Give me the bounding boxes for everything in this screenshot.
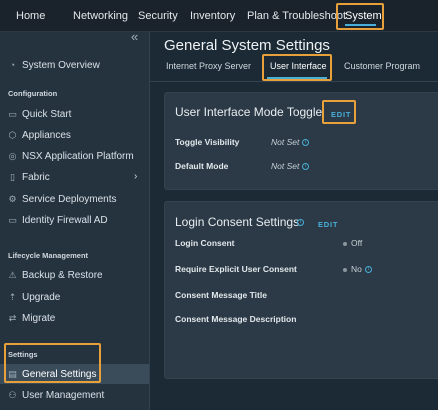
- sidebar-section-configuration: Configuration: [8, 89, 58, 98]
- tab-customer-program[interactable]: Customer Program: [344, 61, 420, 71]
- login-consent-value: Off: [343, 238, 362, 248]
- sidebar-item-fabric[interactable]: ▯ Fabric: [8, 172, 50, 183]
- login-consent-edit-button[interactable]: EDIT: [318, 220, 338, 229]
- info-icon[interactable]: i: [302, 163, 310, 171]
- nav-home[interactable]: Home: [16, 10, 45, 22]
- settings-page-icon: ▤: [8, 368, 17, 379]
- sidebar-item-migrate[interactable]: ⇄ Migrate: [8, 313, 56, 324]
- nav-inventory[interactable]: Inventory: [190, 10, 235, 22]
- default-mode-value: Not Set i: [271, 161, 310, 171]
- sidebar-item-label: Appliances: [22, 130, 71, 141]
- nav-networking[interactable]: Networking: [73, 10, 128, 22]
- tab-internet-proxy-server[interactable]: Internet Proxy Server: [166, 61, 251, 71]
- tabs-divider: [150, 81, 438, 82]
- ui-mode-edit-button[interactable]: EDIT: [331, 110, 351, 119]
- tab-active-indicator: [267, 77, 327, 79]
- info-icon[interactable]: i: [364, 266, 372, 274]
- sidebar-item-system-overview[interactable]: ◔ System Overview: [8, 60, 100, 71]
- sidebar-section-settings: Settings: [8, 350, 38, 359]
- nav-plan-troubleshoot[interactable]: Plan & Troubleshoot: [247, 10, 346, 22]
- sidebar-item-label: Upgrade: [22, 292, 61, 303]
- sidebar-item-label: NSX Application Platform: [22, 151, 134, 162]
- info-icon[interactable]: i: [297, 219, 304, 226]
- migrate-icon: ⇄: [8, 313, 17, 323]
- sidebar-item-label: Quick Start: [22, 109, 72, 120]
- sidebar-item-upgrade[interactable]: ⇡ Upgrade: [8, 292, 61, 303]
- nav-system[interactable]: System: [345, 10, 382, 22]
- tab-user-interface[interactable]: User Interface: [270, 61, 327, 71]
- fabric-icon: ▯: [10, 172, 15, 182]
- login-consent-value-text: Off: [351, 238, 363, 248]
- dashboard-icon: ◔: [9, 60, 16, 70]
- sidebar-item-service-deployments[interactable]: ⚙ Service Deployments: [8, 194, 116, 205]
- sidebar-item-label: Fabric: [22, 172, 50, 183]
- consent-message-description-label: Consent Message Description: [175, 314, 297, 324]
- collapse-sidebar-icon[interactable]: «: [131, 30, 138, 43]
- platform-icon: ◎: [8, 151, 17, 161]
- sidebar-item-backup-restore[interactable]: ⚠ Backup & Restore: [8, 270, 103, 281]
- upgrade-icon: ⇡: [8, 292, 17, 302]
- users-icon: ⚇: [8, 390, 17, 400]
- sidebar-item-appliances[interactable]: ⬡ Appliances: [8, 130, 71, 141]
- sidebar-item-identity-firewall-ad[interactable]: ▭ Identity Firewall AD: [8, 215, 108, 226]
- sidebar-item-label: Migrate: [22, 313, 56, 324]
- status-dot: [343, 267, 347, 272]
- require-explicit-consent-label: Require Explicit User Consent: [175, 264, 297, 274]
- sidebar-section-lifecycle: Lifecycle Management: [8, 251, 89, 260]
- sidebar-item-general-settings[interactable]: ▤ General Settings: [0, 364, 149, 384]
- sidebar-item-nsx-application-platform[interactable]: ◎ NSX Application Platform: [8, 151, 134, 162]
- backup-icon: ⚠: [8, 270, 17, 280]
- sidebar-item-label: User Management: [22, 390, 105, 401]
- appliances-icon: ⬡: [8, 130, 17, 140]
- default-mode-value-text: Not Set: [271, 161, 300, 171]
- default-mode-label: Default Mode: [175, 161, 229, 171]
- sidebar-item-quick-start[interactable]: ▭ Quick Start: [8, 109, 71, 120]
- sidebar-item-label: Backup & Restore: [22, 270, 103, 281]
- nav-active-indicator: [345, 24, 376, 26]
- quick-start-icon: ▭: [8, 109, 17, 119]
- sidebar-item-user-management[interactable]: ⚇ User Management: [8, 390, 104, 401]
- login-consent-label: Login Consent: [175, 238, 235, 248]
- consent-message-title-label: Consent Message Title: [175, 290, 267, 300]
- login-consent-card-title: Login Consent Settings: [175, 215, 300, 229]
- info-icon[interactable]: i: [302, 139, 310, 147]
- nav-security[interactable]: Security: [138, 10, 178, 22]
- status-dot: [343, 241, 347, 246]
- toggle-visibility-value: Not Set i: [271, 137, 310, 147]
- folder-icon: ▭: [8, 215, 17, 225]
- toggle-visibility-label: Toggle Visibility: [175, 137, 240, 147]
- top-navigation-bar: Home Networking Security Inventory Plan …: [0, 0, 438, 32]
- sidebar-item-label: General Settings: [22, 368, 97, 380]
- ui-mode-card-title: User Interface Mode Toggle: [175, 105, 323, 119]
- require-explicit-consent-value-text: No: [351, 264, 362, 274]
- toggle-visibility-value-text: Not Set: [271, 137, 300, 147]
- service-deployments-icon: ⚙: [8, 194, 17, 204]
- chevron-right-icon[interactable]: ›: [134, 171, 137, 182]
- sidebar-item-label: System Overview: [22, 60, 100, 71]
- require-explicit-consent-value: No i: [343, 264, 372, 274]
- page-title: General System Settings: [164, 37, 330, 54]
- sidebar-item-label: Service Deployments: [22, 194, 117, 205]
- sidebar-item-label: Identity Firewall AD: [22, 215, 108, 226]
